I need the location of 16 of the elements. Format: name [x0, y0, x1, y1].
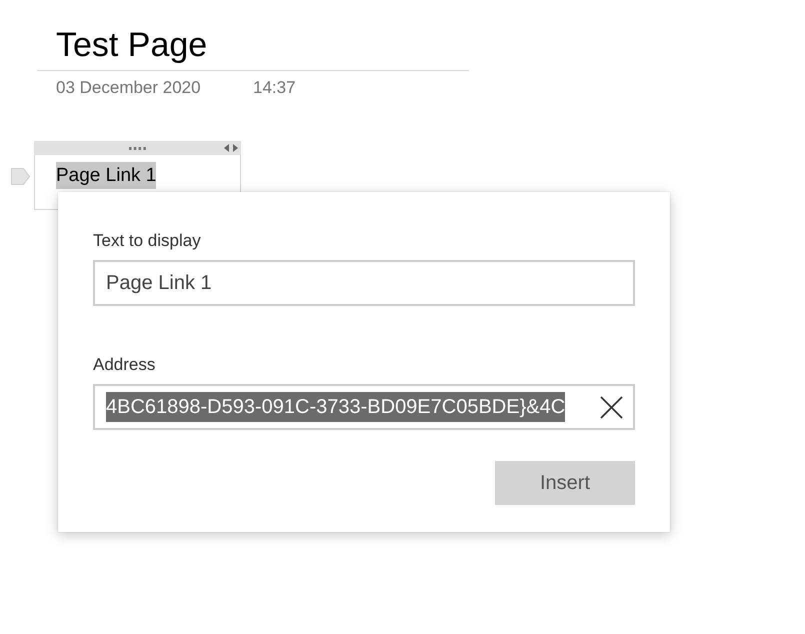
- resize-arrows-icon[interactable]: [224, 144, 238, 152]
- page-time: 14:37: [253, 78, 296, 98]
- page-date: 03 December 2020: [56, 78, 201, 97]
- selected-text: 4BC61898-D593-091C-3733-BD09E7C05BDE}&4C: [106, 392, 566, 422]
- input-field[interactable]: Page Link 1: [93, 260, 635, 306]
- insert-button[interactable]: Insert: [495, 461, 635, 505]
- field-value: Page Link 1: [106, 271, 212, 296]
- page-title: Test Page: [55, 25, 208, 66]
- field-label: Address: [93, 354, 156, 376]
- drag-handle-icon[interactable]: [129, 146, 146, 150]
- input-field[interactable]: 4BC61898-D593-091C-3733-BD09E7C05BDE}&4C: [93, 384, 635, 430]
- selected-text: Page Link 1: [56, 162, 156, 189]
- note-container-bar[interactable]: [34, 141, 241, 155]
- close-icon[interactable]: [600, 396, 623, 418]
- field-label: Text to display: [93, 230, 201, 252]
- paragraph-handle-icon[interactable]: [11, 168, 30, 185]
